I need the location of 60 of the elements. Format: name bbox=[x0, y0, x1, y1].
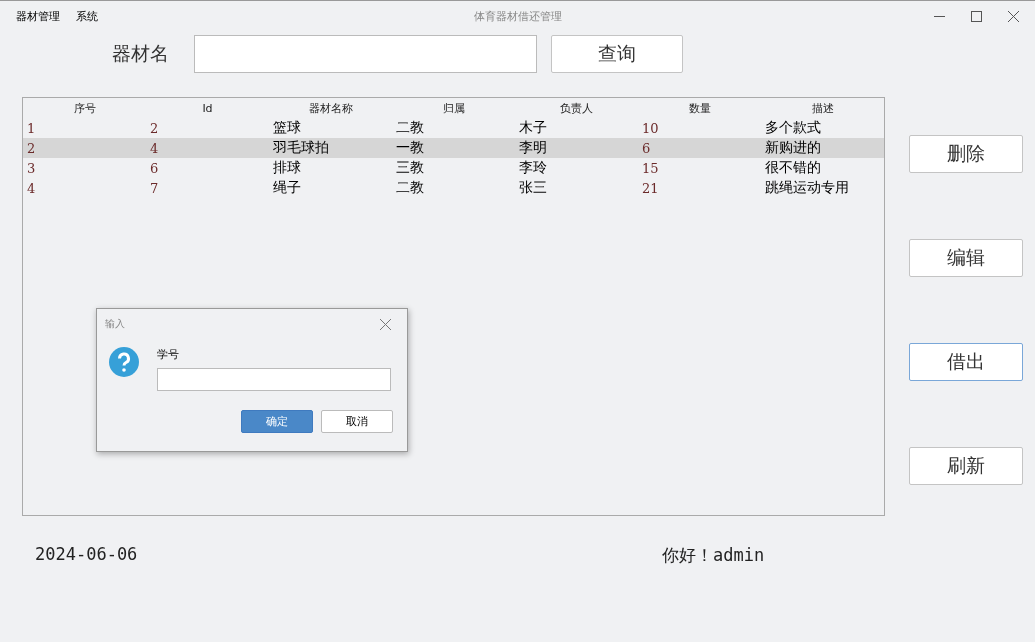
table-cell-text: 4 bbox=[26, 180, 37, 196]
table-cell-text: 张三 bbox=[518, 179, 548, 197]
table-cell-text: 10 bbox=[641, 120, 660, 136]
table-cell-text: 二教 bbox=[395, 179, 425, 197]
table-cell-text: 6 bbox=[641, 140, 652, 156]
table-cell-text: 二教 bbox=[395, 119, 425, 137]
table-cell-text: 21 bbox=[641, 180, 660, 196]
greeting-text: 你好！admin bbox=[662, 544, 765, 567]
column-header[interactable]: 器材名称 bbox=[269, 100, 392, 116]
menu-item[interactable]: 系统 bbox=[76, 9, 98, 24]
table-row[interactable]: 1 2 篮球 二教 木子 10 多个款式 bbox=[23, 118, 884, 138]
table-cell-text: 1 bbox=[26, 120, 37, 136]
table-cell-text: 绳子 bbox=[272, 179, 302, 197]
search-field[interactable] bbox=[194, 35, 537, 73]
column-header[interactable]: 负责人 bbox=[515, 100, 638, 116]
table-cell-text: 很不错的 bbox=[764, 159, 822, 177]
dialog-title: 输入 bbox=[105, 317, 125, 331]
table-cell-text: 新购进的 bbox=[764, 139, 822, 157]
input-field[interactable] bbox=[157, 368, 391, 391]
table-row[interactable]: 3 6 排球 三教 李玲 15 很不错的 bbox=[23, 158, 884, 178]
table-cell-text: 7 bbox=[149, 180, 160, 196]
close-icon[interactable] bbox=[380, 318, 391, 330]
table-cell-text: 3 bbox=[26, 160, 37, 176]
action-button[interactable]: 借出 bbox=[909, 343, 1023, 381]
table-cell-text: 6 bbox=[149, 160, 160, 176]
table-row[interactable]: 4 7 绳子 二教 张三 21 跳绳运动专用 bbox=[23, 178, 884, 198]
table-cell-text: 2 bbox=[149, 120, 160, 136]
table-cell-text: 2 bbox=[26, 140, 37, 156]
table-cell-text: 一教 bbox=[395, 139, 425, 157]
action-button[interactable]: 删除 bbox=[909, 135, 1023, 173]
close-icon[interactable] bbox=[1008, 11, 1019, 22]
table-cell-text: 羽毛球拍 bbox=[272, 139, 330, 157]
ok-button[interactable]: 确定 bbox=[241, 410, 313, 433]
question-icon bbox=[109, 347, 139, 377]
field-label: 学号 bbox=[157, 347, 180, 362]
date-text: 2024-06-06 bbox=[35, 544, 139, 566]
menu-item[interactable]: 器材管理 bbox=[16, 9, 60, 24]
column-header[interactable]: 序号 bbox=[23, 100, 146, 116]
table-cell-text: 排球 bbox=[272, 159, 302, 177]
table-cell-text: 4 bbox=[149, 140, 160, 156]
table-row[interactable]: 2 4 羽毛球拍 一教 李明 6 新购进的 bbox=[23, 138, 884, 158]
window-title: 体育器材借还管理 bbox=[473, 9, 562, 24]
table-cell-text: 多个款式 bbox=[764, 119, 822, 137]
table-cell-text: 跳绳运动专用 bbox=[764, 179, 850, 197]
action-button[interactable]: 刷新 bbox=[909, 447, 1023, 485]
search-button[interactable]: 查询 bbox=[551, 35, 683, 73]
column-header[interactable]: 数量 bbox=[638, 100, 761, 116]
cancel-button[interactable]: 取消 bbox=[321, 410, 393, 433]
search-label: 器材名 bbox=[112, 41, 170, 66]
table-cell-text: 三教 bbox=[395, 159, 425, 177]
column-header[interactable]: 归属 bbox=[392, 100, 515, 116]
column-header[interactable]: Id bbox=[146, 101, 269, 115]
table-cell-text: 李玲 bbox=[518, 159, 548, 177]
table-cell-text: 李明 bbox=[518, 139, 548, 157]
action-button[interactable]: 编辑 bbox=[909, 239, 1023, 277]
column-header[interactable]: 描述 bbox=[761, 100, 884, 116]
table-cell-text: 木子 bbox=[518, 119, 548, 137]
table-cell-text: 15 bbox=[641, 160, 660, 176]
maximize-icon[interactable] bbox=[971, 11, 982, 22]
table-cell-text: 篮球 bbox=[272, 119, 302, 137]
